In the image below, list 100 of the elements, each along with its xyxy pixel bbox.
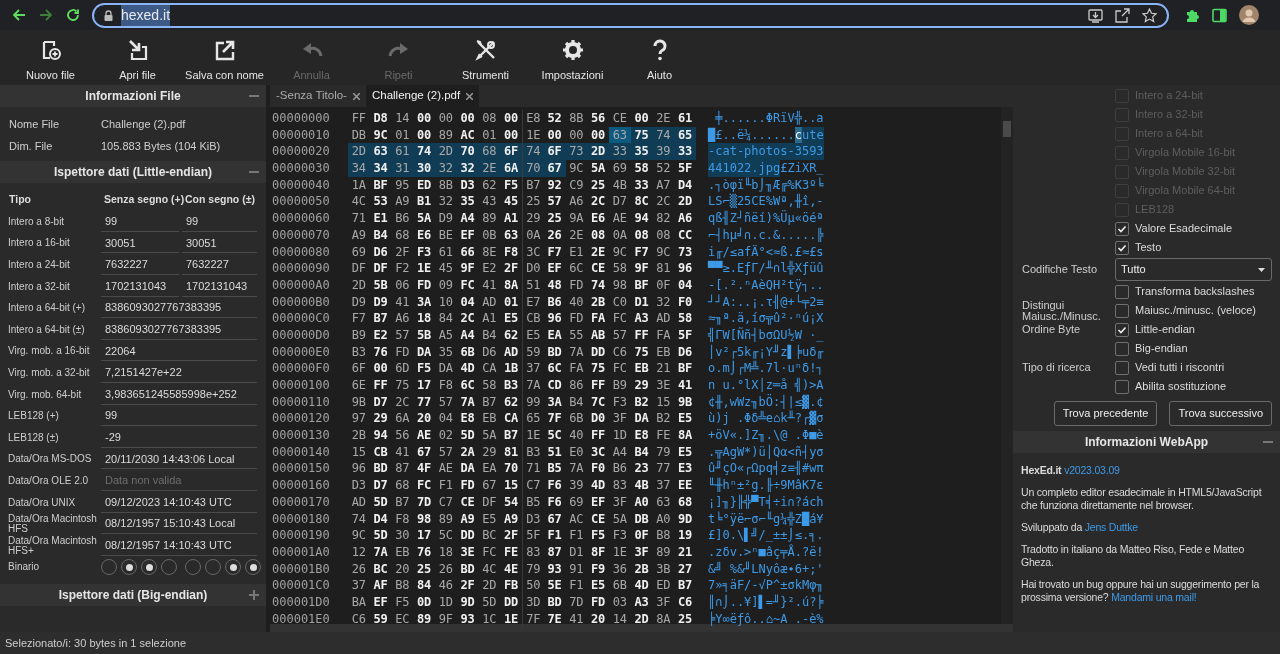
- hex-byte[interactable]: 2B: [630, 560, 653, 578]
- hex-byte[interactable]: 3C: [522, 243, 544, 261]
- hex-byte[interactable]: 89: [478, 210, 501, 227]
- hex-byte[interactable]: 25: [587, 176, 609, 194]
- hex-byte[interactable]: 5A: [478, 427, 501, 444]
- hex-byte[interactable]: 41: [391, 293, 414, 311]
- hex-byte[interactable]: 08: [587, 226, 609, 244]
- hex-byte[interactable]: 33: [630, 176, 653, 194]
- hex-byte[interactable]: 35: [456, 193, 479, 211]
- hex-byte[interactable]: A4: [609, 443, 631, 461]
- close-icon[interactable]: [352, 92, 360, 100]
- section-header[interactable]: Informazioni WebApp: [1013, 431, 1280, 453]
- hex-byte[interactable]: D6: [674, 343, 696, 361]
- hex-byte[interactable]: 17: [413, 377, 435, 394]
- hex-byte[interactable]: AD: [478, 293, 501, 311]
- hex-byte[interactable]: 08: [652, 226, 675, 244]
- hex-byte[interactable]: 0F: [630, 527, 653, 544]
- checkbox[interactable]: [1115, 341, 1129, 356]
- value-field[interactable]: 08/12/1957 15:10:43 Local: [101, 514, 257, 535]
- hex-byte[interactable]: FD: [565, 276, 588, 294]
- hex-byte[interactable]: FD: [391, 343, 414, 361]
- hex-byte[interactable]: F8: [391, 510, 414, 528]
- hex-byte[interactable]: 57: [609, 326, 631, 344]
- hex-byte[interactable]: 5F: [522, 527, 544, 544]
- hex-byte[interactable]: 9D: [674, 510, 696, 528]
- share-icon[interactable]: [1115, 7, 1130, 23]
- hex-byte[interactable]: 93: [543, 560, 566, 578]
- hex-byte[interactable]: 52: [652, 160, 675, 177]
- hex-byte[interactable]: 2C: [652, 193, 675, 211]
- hex-byte[interactable]: 73: [674, 243, 696, 261]
- hex-byte[interactable]: F7: [630, 243, 653, 261]
- hex-byte[interactable]: 18: [435, 543, 457, 561]
- hex-byte[interactable]: 25: [522, 193, 544, 211]
- hex-byte[interactable]: 2D: [478, 577, 501, 594]
- hex-byte[interactable]: 46: [435, 577, 457, 594]
- hex-byte[interactable]: 67: [543, 510, 566, 528]
- hex-byte[interactable]: 74: [413, 143, 435, 161]
- hex-byte[interactable]: 5D: [369, 527, 392, 544]
- ascii-text[interactable]: ¢╫,wWz╖bÖ:┤|≤▓.¢: [708, 393, 824, 411]
- hex-byte[interactable]: 52: [543, 110, 566, 127]
- hex-byte[interactable]: F1: [543, 527, 566, 544]
- hex-byte[interactable]: 31: [391, 160, 414, 177]
- ascii-text[interactable]: ║∩⌡..¥]▌=╜}².ú?╞: [708, 593, 824, 611]
- hex-byte[interactable]: BD: [456, 560, 479, 578]
- hex-byte[interactable]: 41: [478, 276, 501, 294]
- hex-byte[interactable]: 89: [435, 510, 457, 528]
- hex-byte[interactable]: EF: [369, 593, 392, 611]
- ascii-text[interactable]: 7»╕äF/-√P^±σkMφ╖: [708, 577, 824, 594]
- hex-byte[interactable]: 6F: [500, 143, 522, 161]
- hex-byte[interactable]: 9C: [369, 126, 392, 144]
- hex-byte[interactable]: B7: [674, 577, 696, 594]
- hex-byte[interactable]: 89: [413, 610, 435, 628]
- hex-byte[interactable]: 26: [543, 226, 566, 244]
- hex-byte[interactable]: 7C: [587, 393, 609, 411]
- hex-byte[interactable]: F1: [565, 577, 588, 594]
- hex-byte[interactable]: CC: [674, 226, 696, 244]
- hex-byte[interactable]: B7: [500, 427, 522, 444]
- hex-byte[interactable]: 74: [652, 126, 675, 144]
- ascii-text[interactable]: ┘┘A:..¡.τ╢@+└╤2≡: [708, 293, 824, 311]
- hex-byte[interactable]: 00: [587, 126, 609, 144]
- hex-byte[interactable]: 2D: [630, 610, 653, 628]
- hex-byte[interactable]: 4D: [630, 577, 653, 594]
- hex-byte[interactable]: D7: [369, 393, 392, 411]
- hex-byte[interactable]: 8F: [587, 543, 609, 561]
- hex-byte[interactable]: A6: [565, 193, 588, 211]
- hex-byte[interactable]: A9: [500, 510, 522, 528]
- hex-byte[interactable]: EB: [391, 543, 414, 561]
- hex-byte[interactable]: 00: [435, 110, 457, 127]
- hex-byte[interactable]: B4: [478, 326, 501, 344]
- hex-byte[interactable]: 1E: [413, 260, 435, 277]
- hex-byte[interactable]: FC: [478, 543, 501, 561]
- hex-byte[interactable]: 9F: [456, 260, 479, 277]
- hex-byte[interactable]: 57: [435, 393, 457, 411]
- hex-byte[interactable]: B1: [413, 193, 435, 211]
- hex-byte[interactable]: 2D: [674, 193, 696, 211]
- hex-byte[interactable]: 5B: [369, 276, 392, 294]
- hex-byte[interactable]: F5: [587, 527, 609, 544]
- hex-byte[interactable]: F5: [500, 176, 522, 194]
- hex-byte[interactable]: 99: [522, 393, 544, 411]
- hex-byte[interactable]: BD: [543, 343, 566, 361]
- value-field[interactable]: 7632227: [182, 255, 257, 275]
- search-button[interactable]: Trova successivo: [1169, 401, 1272, 426]
- hex-byte[interactable]: CB: [369, 443, 392, 461]
- expand-icon[interactable]: [249, 590, 259, 601]
- hex-byte[interactable]: D7: [609, 193, 631, 211]
- value-field[interactable]: 30051: [101, 233, 179, 254]
- hex-byte[interactable]: 26: [435, 560, 457, 578]
- hex-byte[interactable]: D0: [522, 260, 544, 277]
- hex-byte[interactable]: CE: [587, 260, 609, 277]
- hex-byte[interactable]: AD: [652, 310, 675, 327]
- section-header[interactable]: Informazioni File: [0, 85, 266, 107]
- hex-byte[interactable]: BD: [543, 593, 566, 611]
- hex-byte[interactable]: BF: [674, 360, 696, 377]
- hex-byte[interactable]: 8E: [478, 243, 501, 261]
- ascii-text[interactable]: qß╢Z┘ñëí)%Üµ«öéª: [708, 210, 824, 227]
- hex-byte[interactable]: 96: [348, 460, 370, 478]
- hex-byte[interactable]: D1: [565, 543, 588, 561]
- hex-byte[interactable]: 69: [348, 243, 370, 261]
- hex-byte[interactable]: 15: [500, 477, 522, 494]
- checkbox[interactable]: [1115, 322, 1129, 337]
